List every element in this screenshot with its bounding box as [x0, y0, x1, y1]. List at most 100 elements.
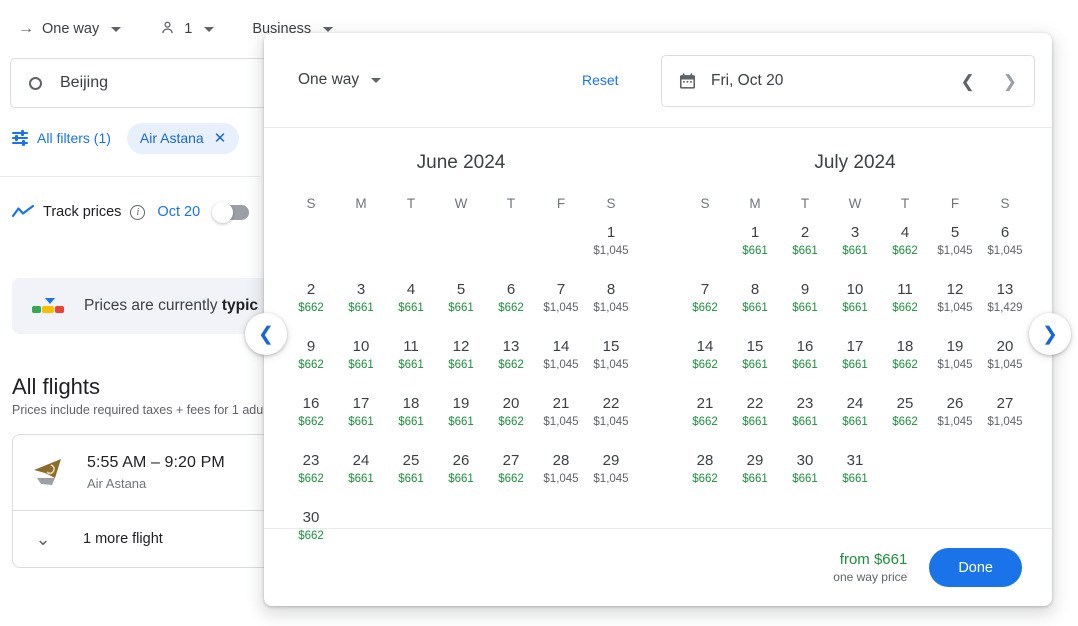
calendar-day-cell[interactable]: 5 $1,045	[930, 219, 980, 268]
calendar-day-cell[interactable]: 29 $1,045	[586, 447, 636, 496]
calendar-day-cell[interactable]: 17 $661	[336, 390, 386, 439]
calendar-day-cell[interactable]: 15 $661	[730, 333, 780, 382]
all-filters-button[interactable]: All filters (1)	[12, 130, 111, 146]
calendar-day-price: $661	[742, 359, 768, 371]
calendar-day-price: $662	[498, 473, 524, 485]
calendar-day-cell[interactable]: 23 $662	[286, 447, 336, 496]
calendar-day-cell[interactable]: 28 $662	[680, 447, 730, 496]
done-button[interactable]: Done	[929, 548, 1022, 587]
calendar-day-cell[interactable]: 10 $661	[336, 333, 386, 382]
next-dates-button[interactable]: ❯	[1029, 313, 1071, 355]
filter-chip-air-astana[interactable]: Air Astana ✕	[126, 122, 240, 154]
app-root: → One way 1 Business Beijing All filters…	[0, 0, 1078, 626]
chevron-left-icon[interactable]: ❮	[956, 70, 980, 93]
calendar-day-cell[interactable]: 9 $661	[780, 276, 830, 325]
calendar-day-cell[interactable]: 4 $662	[880, 219, 930, 268]
calendar-day-cell[interactable]: 8 $661	[730, 276, 780, 325]
info-icon[interactable]: i	[130, 204, 146, 220]
calendar-day-cell[interactable]: 27 $662	[486, 447, 536, 496]
popup-trip-type-selector[interactable]: One way	[298, 71, 382, 89]
calendar-day-cell[interactable]: 11 $661	[386, 333, 436, 382]
calendar-day-cell[interactable]: 31 $661	[830, 447, 880, 496]
reset-button[interactable]: Reset	[582, 72, 619, 88]
calendar-day-number: 3	[356, 281, 366, 298]
trip-type-selector[interactable]: → One way	[10, 17, 129, 41]
calendar-day-cell[interactable]: 25 $662	[880, 390, 930, 439]
calendar-day-cell[interactable]: 18 $661	[386, 390, 436, 439]
calendar-day-cell[interactable]: 7 $1,045	[536, 276, 586, 325]
calendar-day-cell[interactable]: 16 $662	[286, 390, 336, 439]
calendar-day-cell[interactable]: 19 $1,045	[930, 333, 980, 382]
calendar-day-cell[interactable]: 9 $662	[286, 333, 336, 382]
calendar-day-number: 1	[606, 224, 616, 241]
close-icon[interactable]: ✕	[214, 131, 227, 146]
calendar-day-cell[interactable]: 19 $661	[436, 390, 486, 439]
calendar-day-cell[interactable]: 15 $1,045	[586, 333, 636, 382]
track-prices-toggle[interactable]	[212, 201, 250, 223]
calendar-day-cell[interactable]: 22 $1,045	[586, 390, 636, 439]
calendar-day-number: 20	[996, 338, 1014, 355]
calendar-day-cell[interactable]: 16 $661	[780, 333, 830, 382]
more-flights-button[interactable]: ⌄ 1 more flight	[12, 510, 297, 568]
calendar-day-cell[interactable]: 6 $662	[486, 276, 536, 325]
calendar-day-cell[interactable]: 6 $1,045	[980, 219, 1030, 268]
calendar-day-cell[interactable]: 1 $1,045	[586, 219, 636, 268]
calendar-day-cell[interactable]: 21 $1,045	[536, 390, 586, 439]
calendar-day-number: 11	[403, 338, 419, 355]
price-gauge-icon	[32, 296, 66, 316]
calendar-day-cell[interactable]: 14 $1,045	[536, 333, 586, 382]
price-insight-prefix: Prices are currently	[84, 297, 222, 314]
calendar-day-cell[interactable]: 4 $661	[386, 276, 436, 325]
calendar-day-cell[interactable]: 26 $661	[436, 447, 486, 496]
calendar-day-cell[interactable]: 13 $1,429	[980, 276, 1030, 325]
calendar-day-cell[interactable]: 3 $661	[830, 219, 880, 268]
calendar-day-cell[interactable]: 28 $1,045	[536, 447, 586, 496]
calendar-day-cell[interactable]: 30 $661	[780, 447, 830, 496]
calendar-day-cell[interactable]: 17 $661	[830, 333, 880, 382]
calendar-day-cell[interactable]: 13 $662	[486, 333, 536, 382]
previous-dates-button[interactable]: ❮	[245, 313, 287, 355]
calendar-day-price: $662	[892, 302, 918, 314]
calendar-day-number: 2	[306, 281, 316, 298]
calendar-day-number: 6	[506, 281, 516, 298]
calendar-day-cell[interactable]: 5 $661	[436, 276, 486, 325]
calendar-day-number: 10	[846, 281, 864, 298]
calendar-day-cell[interactable]: 24 $661	[830, 390, 880, 439]
calendar-day-cell[interactable]: 18 $662	[880, 333, 930, 382]
chevron-right-icon[interactable]: ❯	[998, 70, 1022, 93]
calendar-day-cell[interactable]: 12 $1,045	[930, 276, 980, 325]
calendar-day-cell[interactable]: 3 $661	[336, 276, 386, 325]
calendar-day-cell[interactable]: 14 $662	[680, 333, 730, 382]
calendar-day-cell[interactable]: 20 $662	[486, 390, 536, 439]
calendar-day-cell[interactable]: 24 $661	[336, 447, 386, 496]
calendar-day-cell[interactable]: 27 $1,045	[980, 390, 1030, 439]
calendar-day-cell[interactable]: 12 $661	[436, 333, 486, 382]
calendar-day-cell[interactable]: 10 $661	[830, 276, 880, 325]
calendar-day-cell[interactable]: 20 $1,045	[980, 333, 1030, 382]
calendar-day-cell[interactable]: 2 $661	[780, 219, 830, 268]
calendar-day-cell[interactable]: 21 $662	[680, 390, 730, 439]
calendar-day-cell[interactable]: 26 $1,045	[930, 390, 980, 439]
calendar-day-cell[interactable]: 11 $662	[880, 276, 930, 325]
calendar-day-cell[interactable]: 22 $661	[730, 390, 780, 439]
calendar-day-cell[interactable]: 23 $661	[780, 390, 830, 439]
chevron-left-icon: ❮	[258, 323, 274, 345]
passengers-selector[interactable]: 1	[151, 15, 222, 44]
calendar-day-number: 21	[552, 395, 570, 412]
weekday-label: S	[700, 196, 710, 211]
calendar-day-cell[interactable]: 25 $661	[386, 447, 436, 496]
date-picker-footer: from $661 one way price Done	[264, 528, 1052, 606]
days-grid: 1 $1,045 2 $662 3 $661 4 $661 5 $661 6 $662 7 $1,045 8…	[286, 219, 636, 553]
calendar-day-cell[interactable]: 7 $662	[680, 276, 730, 325]
flight-result-card[interactable]: 5:55 AM – 9:20 PM Air Astana	[12, 434, 297, 510]
calendar-day-price: $661	[448, 359, 474, 371]
calendar-day-cell[interactable]: 8 $1,045	[586, 276, 636, 325]
track-prices-date[interactable]: Oct 20	[157, 204, 200, 220]
calendar-day-cell[interactable]: 2 $662	[286, 276, 336, 325]
weekday-label: F	[950, 196, 960, 211]
calendar-day-price: $662	[892, 416, 918, 428]
calendar-day-price: $661	[842, 473, 868, 485]
departure-date-field[interactable]: Fri, Oct 20 ❮ ❯	[661, 55, 1035, 107]
calendar-day-cell[interactable]: 29 $661	[730, 447, 780, 496]
calendar-day-cell[interactable]: 1 $661	[730, 219, 780, 268]
